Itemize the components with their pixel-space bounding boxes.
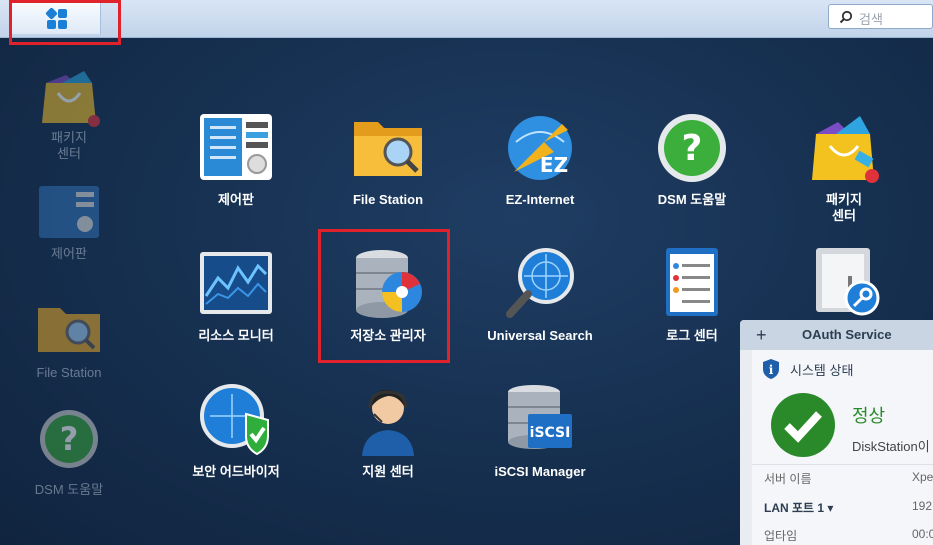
app-universal-search[interactable]: Universal Search — [470, 248, 610, 344]
app-resource-monitor[interactable]: 리소스 모니터 — [166, 248, 306, 344]
desktop-label: File Station — [36, 365, 102, 380]
row-label: LAN 포트 1 ▾ — [764, 501, 834, 515]
package-center-icon — [42, 71, 100, 127]
desktop-shortcut-help[interactable]: ? DSM 도움말 — [18, 408, 120, 498]
app-security-advisor[interactable]: 보안 어드바이저 — [166, 384, 306, 480]
row-label: 업타임 — [764, 529, 798, 543]
svg-text:EZ: EZ — [540, 153, 568, 177]
app-iscsi-manager[interactable]: iSCSI iSCSI Manager — [470, 384, 610, 480]
iscsi-manager-icon: iSCSI — [504, 384, 576, 456]
desktop-shortcut-control-panel[interactable]: 제어판 — [24, 184, 114, 262]
log-center-icon — [656, 248, 728, 320]
device-name: DiskStation이 — [852, 439, 930, 454]
help-icon: ? — [656, 112, 728, 184]
app-label: EZ-Internet — [505, 192, 575, 207]
section-title: 시스템 상태 — [790, 363, 854, 378]
svg-text:?: ? — [60, 420, 79, 458]
row-value: Xpe — [912, 470, 933, 484]
app-file-station[interactable]: File Station — [318, 112, 458, 208]
resource-monitor-icon — [200, 248, 272, 320]
taskbar: 검색 — [0, 0, 933, 38]
file-station-icon — [352, 112, 424, 184]
ez-internet-icon: EZ — [504, 112, 576, 184]
app-ez-internet[interactable]: EZ EZ-Internet — [470, 112, 610, 208]
app-label: 제어판 — [218, 192, 254, 207]
support-center-icon — [352, 384, 424, 456]
highlight-storage-manager — [318, 229, 450, 363]
app-support-center[interactable]: 지원 센터 — [318, 384, 458, 480]
app-label: Universal Search — [487, 328, 593, 343]
app-label: 지원 센터 — [362, 464, 414, 479]
app-label: 리소스 모니터 — [198, 328, 274, 343]
info-row: 업타임 00:0 — [752, 522, 933, 545]
secure-signin-icon — [808, 248, 880, 320]
search-placeholder: 검색 — [859, 12, 883, 27]
control-panel-icon — [39, 186, 99, 238]
status-text: 정상 — [852, 406, 886, 426]
file-station-icon — [38, 308, 100, 352]
app-label: iSCSI Manager — [494, 464, 586, 479]
search-input[interactable]: 검색 — [828, 4, 933, 29]
search-icon — [839, 10, 853, 24]
desktop-shortcut-package-center[interactable]: 패키지 센터 — [24, 63, 114, 162]
desktop-label: 제어판 — [51, 246, 87, 261]
info-row: 서버 이름 Xpe — [752, 464, 933, 489]
info-shield-icon: i — [763, 359, 779, 379]
widget-title: OAuth Service — [802, 327, 892, 342]
app-label: 보안 어드바이저 — [192, 464, 280, 479]
row-label: 서버 이름 — [764, 472, 812, 486]
desktop-shortcut-file-station[interactable]: File Station — [18, 298, 120, 380]
app-dsm-help[interactable]: ? DSM 도움말 — [622, 112, 762, 208]
control-panel-icon — [200, 112, 272, 184]
universal-search-icon — [504, 248, 576, 320]
row-value: 192 — [912, 499, 933, 513]
app-label: DSM 도움말 — [657, 192, 727, 207]
svg-text:?: ? — [682, 128, 703, 169]
row-value: 00:0 — [912, 527, 933, 541]
desktop-label: 패키지 센터 — [51, 130, 87, 161]
app-label: 패키지 센터 — [826, 192, 862, 223]
app-package-center[interactable]: 패키지 센터 — [774, 112, 914, 224]
svg-text:i: i — [769, 363, 774, 377]
widget-panel: + OAuth Service i 시스템 상태 정상 DiskStation이… — [740, 320, 933, 545]
svg-text:iSCSI: iSCSI — [530, 425, 571, 441]
help-icon: ? — [40, 410, 98, 468]
security-advisor-icon — [200, 384, 272, 456]
highlight-main-menu — [9, 0, 121, 45]
system-health-widget: i 시스템 상태 정상 DiskStation이 서버 이름 Xpe LAN 포… — [752, 350, 933, 545]
add-widget-button[interactable]: + — [756, 320, 767, 350]
app-control-panel[interactable]: 제어판 — [166, 112, 306, 208]
app-label: File Station — [352, 192, 424, 207]
widget-header: + OAuth Service — [740, 320, 933, 350]
desktop-label: DSM 도움말 — [34, 482, 104, 497]
status-ok-icon — [771, 393, 835, 457]
info-row[interactable]: LAN 포트 1 ▾ 192 — [752, 494, 933, 518]
package-center-icon — [808, 112, 880, 184]
app-secure-signin[interactable] — [774, 248, 914, 328]
